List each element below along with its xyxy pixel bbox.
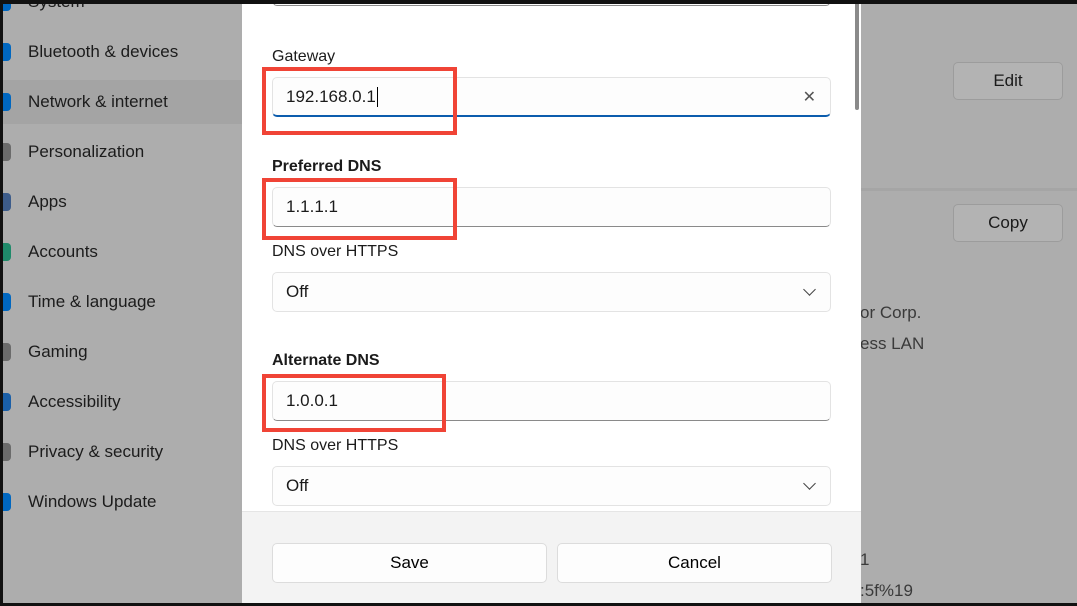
dns-over-https-dropdown-2[interactable]: Off xyxy=(272,466,831,506)
adapter-manufacturer-text: or Corp. xyxy=(860,303,922,322)
shield-icon xyxy=(0,443,11,461)
sidebar-item-label: Privacy & security xyxy=(28,442,164,461)
cancel-button[interactable]: Cancel xyxy=(557,543,832,583)
sidebar-item-label: Personalization xyxy=(28,142,145,161)
accounts-icon xyxy=(0,243,11,261)
edit-button[interactable]: Edit xyxy=(953,62,1063,100)
sidebar-item-windows-update[interactable]: Windows Update xyxy=(0,480,242,524)
divider xyxy=(860,188,1077,191)
update-icon xyxy=(0,493,11,511)
gateway-label: Gateway xyxy=(272,48,336,65)
highlight-box-preferred-dns xyxy=(262,178,457,240)
sidebar-item-gaming[interactable]: Gaming xyxy=(0,330,242,374)
clear-icon[interactable]: ✕ xyxy=(803,87,816,107)
apps-icon xyxy=(0,193,11,211)
previous-field[interactable] xyxy=(272,0,831,6)
sidebar-item-network-internet[interactable]: Network & internet xyxy=(0,80,242,124)
highlight-box-alternate-dns xyxy=(262,374,446,432)
sidebar-item-system[interactable]: System xyxy=(0,0,242,24)
dropdown-value-2: Off xyxy=(286,476,309,495)
preferred-dns-label: Preferred DNS xyxy=(272,158,382,175)
dns-over-https-label: DNS over HTTPS xyxy=(272,243,399,260)
dialog-footer: Save Cancel xyxy=(242,511,861,606)
dns-over-https-label-2: DNS over HTTPS xyxy=(272,437,399,454)
sidebar-item-privacy-security[interactable]: Privacy & security xyxy=(0,430,242,474)
system-icon xyxy=(0,0,11,11)
copy-button[interactable]: Copy xyxy=(953,204,1063,242)
bluetooth-icon xyxy=(0,43,11,61)
adapter-description-text: ess LAN xyxy=(860,334,925,353)
chevron-down-icon xyxy=(803,283,816,296)
sidebar-item-label: Accessibility xyxy=(28,392,121,411)
sidebar-item-accounts[interactable]: Accounts xyxy=(0,230,242,274)
settings-sidebar: System Bluetooth & devices Network & inter… xyxy=(0,0,242,606)
scrollbar[interactable] xyxy=(855,0,859,110)
sidebar-item-label: Gaming xyxy=(28,342,88,361)
sidebar-item-bluetooth-devices[interactable]: Bluetooth & devices xyxy=(0,30,242,74)
detail-text: 1 xyxy=(860,550,870,569)
sidebar-item-label: Apps xyxy=(28,192,67,211)
sidebar-item-time-language[interactable]: Time & language xyxy=(0,280,242,324)
save-button[interactable]: Save xyxy=(272,543,547,583)
ipv6-address-text: :5f%19 xyxy=(860,581,913,600)
dropdown-value: Off xyxy=(286,282,309,301)
accessibility-icon xyxy=(0,393,11,411)
sidebar-item-label: System xyxy=(28,0,85,11)
sidebar-item-personalization[interactable]: Personalization xyxy=(0,130,242,174)
sidebar-item-accessibility[interactable]: Accessibility xyxy=(0,380,242,424)
sidebar-item-label: Accounts xyxy=(28,242,98,261)
sidebar-item-label: Windows Update xyxy=(28,492,157,511)
gaming-icon xyxy=(0,343,11,361)
sidebar-item-label: Network & internet xyxy=(28,92,168,111)
sidebar-item-label: Time & language xyxy=(28,292,156,311)
highlight-box-gateway xyxy=(262,67,457,135)
alternate-dns-label: Alternate DNS xyxy=(272,352,380,369)
sidebar-item-label: Bluetooth & devices xyxy=(28,42,179,61)
network-icon xyxy=(0,93,11,111)
chevron-down-icon-2 xyxy=(803,477,816,490)
dns-over-https-dropdown[interactable]: Off xyxy=(272,272,831,312)
sidebar-item-apps[interactable]: Apps xyxy=(0,180,242,224)
brush-icon xyxy=(0,143,11,161)
globe-icon xyxy=(0,293,11,311)
